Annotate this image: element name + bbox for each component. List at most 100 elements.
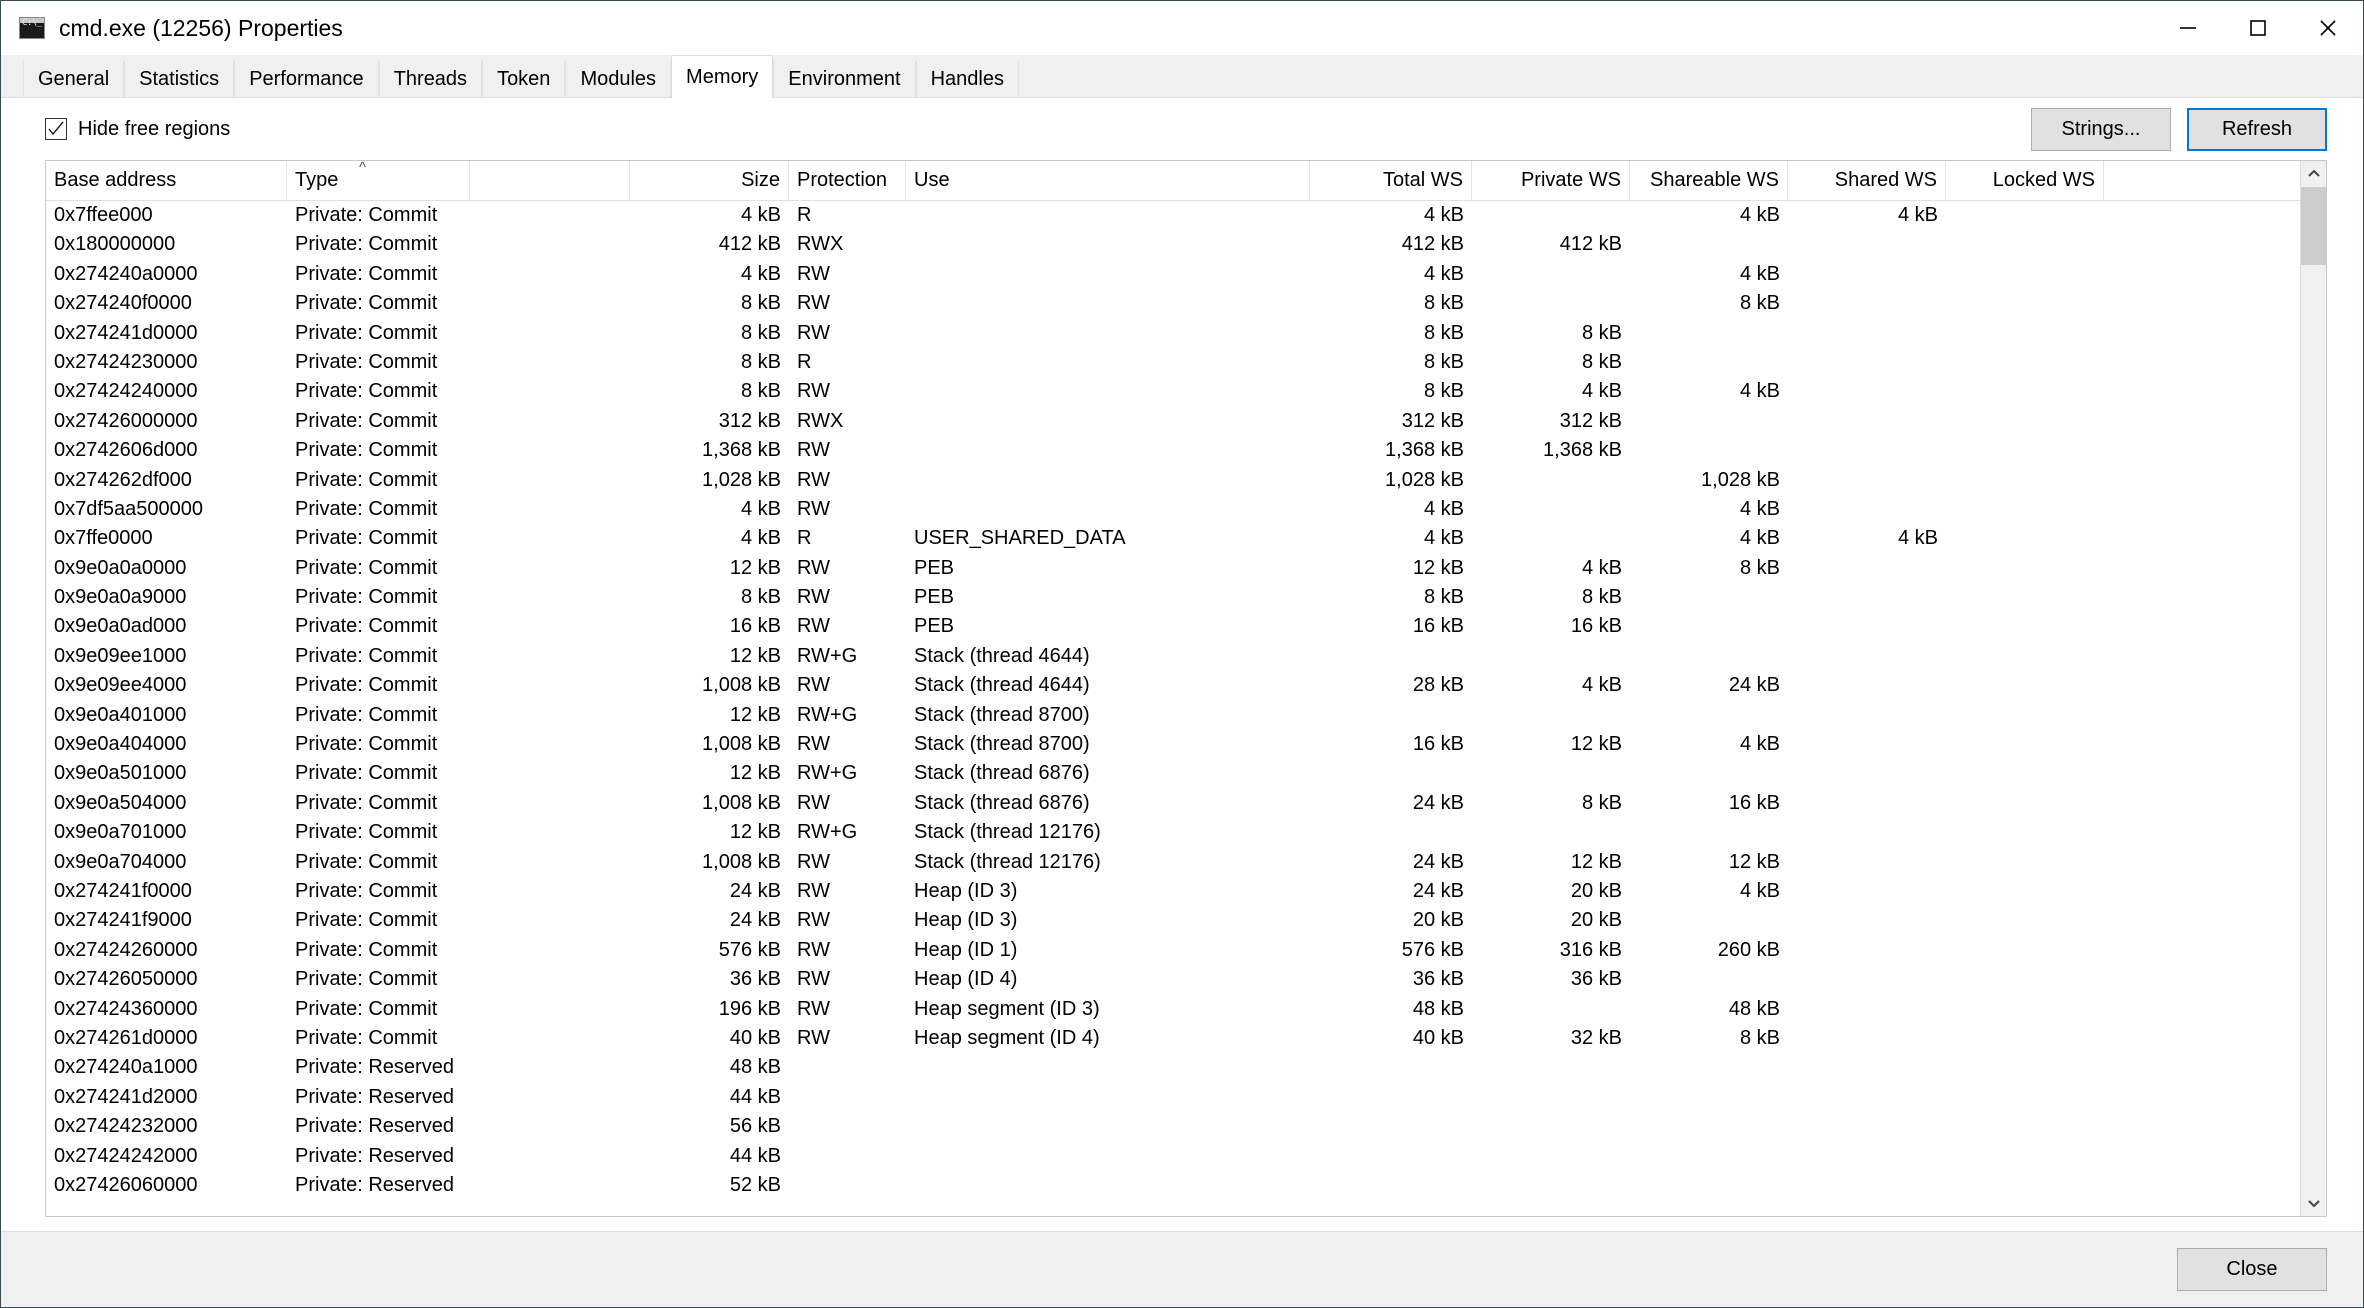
cell-share: 4 kB (1630, 260, 1788, 289)
cell-prot: R (789, 348, 906, 377)
cell-priv: 12 kB (1472, 848, 1630, 877)
table-row[interactable]: 0x9e0a401000Private: Commit12 kBRW+GStac… (46, 701, 2300, 730)
table-row[interactable]: 0x9e09ee4000Private: Commit1,008 kBRWSta… (46, 671, 2300, 700)
table-row[interactable]: 0x27424242000Private: Reserved44 kB (46, 1142, 2300, 1171)
column-header-protection[interactable]: Protection (789, 161, 906, 200)
column-header-shared-ws[interactable]: Shared WS (1788, 161, 1946, 200)
table-row[interactable]: 0x27426050000Private: Commit36 kBRWHeap … (46, 965, 2300, 994)
table-row[interactable]: 0x27424260000Private: Commit576 kBRWHeap… (46, 936, 2300, 965)
scrollbar-track[interactable] (2301, 187, 2326, 1190)
tab-statistics[interactable]: Statistics (124, 61, 234, 97)
cell-type: Private: Commit (287, 789, 470, 818)
table-row[interactable]: 0x9e0a0a0000Private: Commit12 kBRWPEB12 … (46, 554, 2300, 583)
maximize-icon[interactable] (2223, 1, 2293, 55)
table-row[interactable]: 0x27426060000Private: Reserved52 kB (46, 1171, 2300, 1200)
table-row[interactable]: 0x274240a1000Private: Reserved48 kB (46, 1053, 2300, 1082)
table-row[interactable]: 0x9e0a404000Private: Commit1,008 kBRWSta… (46, 730, 2300, 759)
cell-type: Private: Commit (287, 642, 470, 671)
cell-base: 0x7ffe0000 (46, 524, 287, 553)
table-row[interactable]: 0x7df5aa500000Private: Commit4 kBRW4 kB4… (46, 495, 2300, 524)
cell-size: 1,008 kB (630, 671, 789, 700)
column-header-shareable-ws[interactable]: Shareable WS (1630, 161, 1788, 200)
table-row[interactable]: 0x274261d0000Private: Commit40 kBRWHeap … (46, 1024, 2300, 1053)
cell-size: 312 kB (630, 407, 789, 436)
cell-size: 24 kB (630, 906, 789, 935)
refresh-button[interactable]: Refresh (2187, 108, 2327, 151)
cell-type: Private: Commit (287, 524, 470, 553)
column-header-type[interactable]: Type ^ (287, 161, 470, 200)
table-row[interactable]: 0x274262df000Private: Commit1,028 kBRW1,… (46, 466, 2300, 495)
column-header-blank[interactable] (470, 161, 630, 200)
table-row[interactable]: 0x27424360000Private: Commit196 kBRWHeap… (46, 995, 2300, 1024)
cell-base: 0x9e0a704000 (46, 848, 287, 877)
table-row[interactable]: 0x9e0a701000Private: Commit12 kBRW+GStac… (46, 818, 2300, 847)
table-body: 0x7ffee000Private: Commit4 kBR4 kB4 kB4 … (46, 201, 2300, 1216)
column-header-base-address[interactable]: Base address (46, 161, 287, 200)
cell-use: Stack (thread 8700) (906, 701, 1310, 730)
table-row[interactable]: 0x180000000Private: Commit412 kBRWX412 k… (46, 230, 2300, 259)
dialog-footer: Close (1, 1231, 2363, 1307)
column-header-locked-ws[interactable]: Locked WS (1946, 161, 2104, 200)
close-icon[interactable] (2293, 1, 2363, 55)
table-row[interactable]: 0x7ffee000Private: Commit4 kBR4 kB4 kB4 … (46, 201, 2300, 230)
cell-prot: R (789, 201, 906, 230)
table-row[interactable]: 0x27426000000Private: Commit312 kBRWX312… (46, 407, 2300, 436)
cell-total: 8 kB (1310, 348, 1472, 377)
cell-prot: RW (789, 260, 906, 289)
scroll-down-icon[interactable] (2301, 1190, 2326, 1216)
column-header-size[interactable]: Size (630, 161, 789, 200)
table-row[interactable]: 0x27424240000Private: Commit8 kBRW8 kB4 … (46, 377, 2300, 406)
table-row[interactable]: 0x9e0a704000Private: Commit1,008 kBRWSta… (46, 848, 2300, 877)
table-row[interactable]: 0x274241f9000Private: Commit24 kBRWHeap … (46, 906, 2300, 935)
table-row[interactable]: 0x9e0a0ad000Private: Commit16 kBRWPEB16 … (46, 612, 2300, 641)
cell-priv: 1,368 kB (1472, 436, 1630, 465)
cell-share: 4 kB (1630, 730, 1788, 759)
vertical-scrollbar[interactable] (2300, 161, 2326, 1216)
table-row[interactable]: 0x274241d2000Private: Reserved44 kB (46, 1083, 2300, 1112)
minimize-icon[interactable] (2153, 1, 2223, 55)
tab-handles[interactable]: Handles (916, 61, 1019, 97)
table-row[interactable]: 0x9e0a504000Private: Commit1,008 kBRWSta… (46, 789, 2300, 818)
cell-type: Private: Reserved (287, 1112, 470, 1141)
cell-base: 0x274240a0000 (46, 260, 287, 289)
scroll-up-icon[interactable] (2301, 161, 2326, 187)
column-header-private-ws[interactable]: Private WS (1472, 161, 1630, 200)
tab-threads[interactable]: Threads (379, 61, 482, 97)
table-row[interactable]: 0x9e0a501000Private: Commit12 kBRW+GStac… (46, 759, 2300, 788)
table-row[interactable]: 0x9e09ee1000Private: Commit12 kBRW+GStac… (46, 642, 2300, 671)
cell-size: 44 kB (630, 1083, 789, 1112)
column-header-total-ws[interactable]: Total WS (1310, 161, 1472, 200)
table-row[interactable]: 0x9e0a0a9000Private: Commit8 kBRWPEB8 kB… (46, 583, 2300, 612)
cell-base: 0x9e0a504000 (46, 789, 287, 818)
table-row[interactable]: 0x27424230000Private: Commit8 kBR8 kB8 k… (46, 348, 2300, 377)
close-button[interactable]: Close (2177, 1248, 2327, 1291)
cell-prot: RW+G (789, 818, 906, 847)
cell-use: Stack (thread 6876) (906, 759, 1310, 788)
cell-base: 0x2742606d000 (46, 436, 287, 465)
cell-base: 0x274262df000 (46, 466, 287, 495)
table-row[interactable]: 0x2742606d000Private: Commit1,368 kBRW1,… (46, 436, 2300, 465)
hide-free-regions-checkbox[interactable]: Hide free regions (45, 118, 230, 141)
tab-token[interactable]: Token (482, 61, 565, 97)
tab-general[interactable]: General (23, 61, 124, 97)
cell-prot: RW (789, 612, 906, 641)
tab-performance[interactable]: Performance (234, 61, 379, 97)
memory-regions-list[interactable]: Base address Type ^ Size Protection Use … (45, 160, 2327, 1217)
table-row[interactable]: 0x274241f0000Private: Commit24 kBRWHeap … (46, 877, 2300, 906)
table-row[interactable]: 0x274240f0000Private: Commit8 kBRW8 kB8 … (46, 289, 2300, 318)
strings-button[interactable]: Strings... (2031, 108, 2171, 151)
column-header-use[interactable]: Use (906, 161, 1310, 200)
table-row[interactable]: 0x27424232000Private: Reserved56 kB (46, 1112, 2300, 1141)
cell-size: 1,008 kB (630, 789, 789, 818)
cell-prot: R (789, 524, 906, 553)
cell-prot: RWX (789, 407, 906, 436)
tab-environment[interactable]: Environment (773, 61, 915, 97)
table-row[interactable]: 0x274240a0000Private: Commit4 kBRW4 kB4 … (46, 260, 2300, 289)
tab-memory[interactable]: Memory (671, 55, 773, 98)
table-row[interactable]: 0x274241d0000Private: Commit8 kBRW8 kB8 … (46, 319, 2300, 348)
cell-type: Private: Commit (287, 965, 470, 994)
tab-modules[interactable]: Modules (565, 61, 671, 97)
scrollbar-thumb[interactable] (2301, 187, 2326, 265)
cell-total: 1,028 kB (1310, 466, 1472, 495)
table-row[interactable]: 0x7ffe0000Private: Commit4 kBRUSER_SHARE… (46, 524, 2300, 553)
